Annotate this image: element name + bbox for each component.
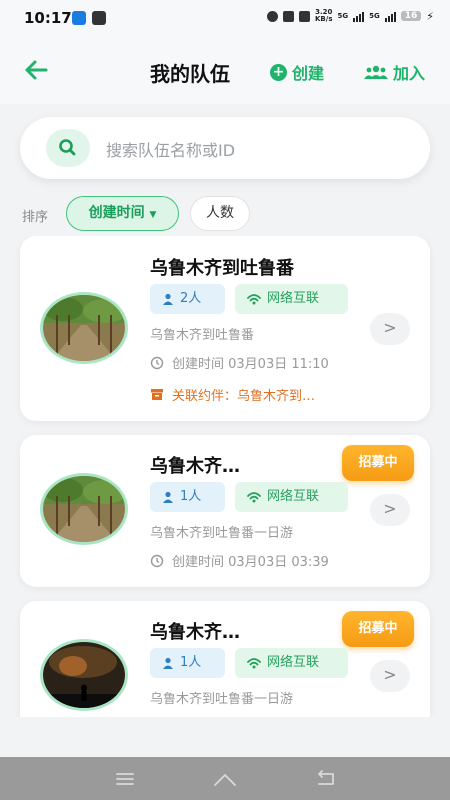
team-name: 乌鲁木齐… xyxy=(150,622,240,643)
team-avatar xyxy=(40,292,128,364)
alarm-icon xyxy=(267,10,278,22)
search-bar[interactable]: 搜索队伍名称或ID xyxy=(20,117,430,179)
status-bar: 10:17 3.20 KB/s 5G 5G 16 ⚡ xyxy=(0,0,450,36)
header: 我的队伍 + 创建 加入 xyxy=(0,36,450,104)
network-tag: 网络互联 xyxy=(235,284,348,314)
battery-level: 16 xyxy=(400,11,422,21)
member-count-tag: 1人 xyxy=(150,648,225,678)
team-description: 乌鲁木齐到吐鲁番一日游 xyxy=(150,526,294,541)
create-label: 创建 xyxy=(292,64,325,83)
chevron-right-icon[interactable]: > xyxy=(370,494,410,526)
create-button[interactable]: + 创建 xyxy=(270,60,324,84)
recruiting-badge: 招募中 xyxy=(342,445,414,481)
archive-icon xyxy=(151,389,163,400)
team-card[interactable]: 乌鲁木齐… 招募中 1人 网络互联 乌鲁木齐到吐鲁番一日游 创建时间 03月03… xyxy=(20,435,430,587)
vineyard-photo xyxy=(43,295,125,361)
history-icon xyxy=(150,356,164,369)
home-icon[interactable] xyxy=(213,767,237,791)
person-icon xyxy=(163,491,173,503)
person-icon xyxy=(163,657,173,669)
menu-icon[interactable] xyxy=(113,767,137,791)
system-navigation-bar xyxy=(0,757,450,800)
created-time: 创建时间 03月03日 03:39 xyxy=(150,551,329,570)
team-avatar xyxy=(40,639,128,711)
created-time: 创建时间 03月03日 11:10 xyxy=(150,353,329,372)
group-icon xyxy=(364,65,388,79)
member-count-tag: 1人 xyxy=(150,482,225,512)
app-notification-icon xyxy=(72,11,86,25)
team-name: 乌鲁木齐… xyxy=(150,456,240,477)
wifi-icon xyxy=(247,492,261,503)
mute-icon xyxy=(283,10,294,22)
network-type-1: 5G xyxy=(337,12,349,20)
back-arrow-icon[interactable] xyxy=(22,56,50,84)
page-title: 我的队伍 xyxy=(150,62,230,86)
wifi-icon xyxy=(247,294,261,305)
sort-by-members[interactable]: 人数 xyxy=(190,196,250,231)
camera-notification-icon xyxy=(92,11,106,25)
plus-circle-icon: + xyxy=(270,63,287,81)
wifi-icon xyxy=(247,658,261,669)
history-icon xyxy=(150,554,164,567)
back-icon[interactable] xyxy=(313,767,337,791)
sort-label: 排序 xyxy=(22,210,49,225)
network-type-2: 5G xyxy=(369,12,380,20)
linked-companion[interactable]: 关联约伴：乌鲁木齐到… xyxy=(150,385,315,404)
caret-down-icon: ▼ xyxy=(149,210,157,220)
sort-option-label: 创建时间 xyxy=(88,205,145,221)
join-button[interactable]: 加入 xyxy=(364,60,425,84)
vineyard-photo xyxy=(43,476,125,542)
charging-icon: ⚡ xyxy=(426,9,434,23)
search-icon-button[interactable] xyxy=(46,129,90,167)
net-speed: 3.20 KB/s xyxy=(315,8,333,23)
recruiting-badge: 招募中 xyxy=(342,611,414,647)
search-icon xyxy=(59,139,76,156)
join-label: 加入 xyxy=(393,64,426,83)
sort-option-label: 人数 xyxy=(206,205,234,221)
network-tag: 网络互联 xyxy=(235,482,348,512)
team-list: 乌鲁木齐到吐鲁番 2人 网络互联 乌鲁木齐到吐鲁番 创建时间 03月03日 11… xyxy=(0,236,450,717)
team-description: 乌鲁木齐到吐鲁番 xyxy=(150,328,255,343)
person-icon xyxy=(163,293,173,305)
portrait-icon xyxy=(299,10,310,22)
status-indicators: 3.20 KB/s 5G 5G 16 ⚡ xyxy=(267,9,434,23)
chevron-right-icon[interactable]: > xyxy=(370,660,410,692)
signal-icon-2 xyxy=(384,11,396,22)
team-avatar xyxy=(40,473,128,545)
member-count-tag: 2人 xyxy=(150,284,225,314)
sort-by-created-time[interactable]: 创建时间 ▼ xyxy=(66,196,179,231)
team-card[interactable]: 乌鲁木齐… 招募中 1人 网络互联 乌鲁木齐到吐鲁番一日游 > xyxy=(20,601,430,717)
night-silhouette-photo xyxy=(43,642,125,708)
status-time: 10:17 xyxy=(24,9,72,27)
team-name: 乌鲁木齐到吐鲁番 xyxy=(150,258,294,279)
team-description: 乌鲁木齐到吐鲁番一日游 xyxy=(150,692,294,707)
team-card[interactable]: 乌鲁木齐到吐鲁番 2人 网络互联 乌鲁木齐到吐鲁番 创建时间 03月03日 11… xyxy=(20,236,430,421)
search-input[interactable]: 搜索队伍名称或ID xyxy=(106,137,235,161)
signal-icon xyxy=(353,11,365,22)
chevron-right-icon[interactable]: > xyxy=(370,313,410,345)
network-tag: 网络互联 xyxy=(235,648,348,678)
